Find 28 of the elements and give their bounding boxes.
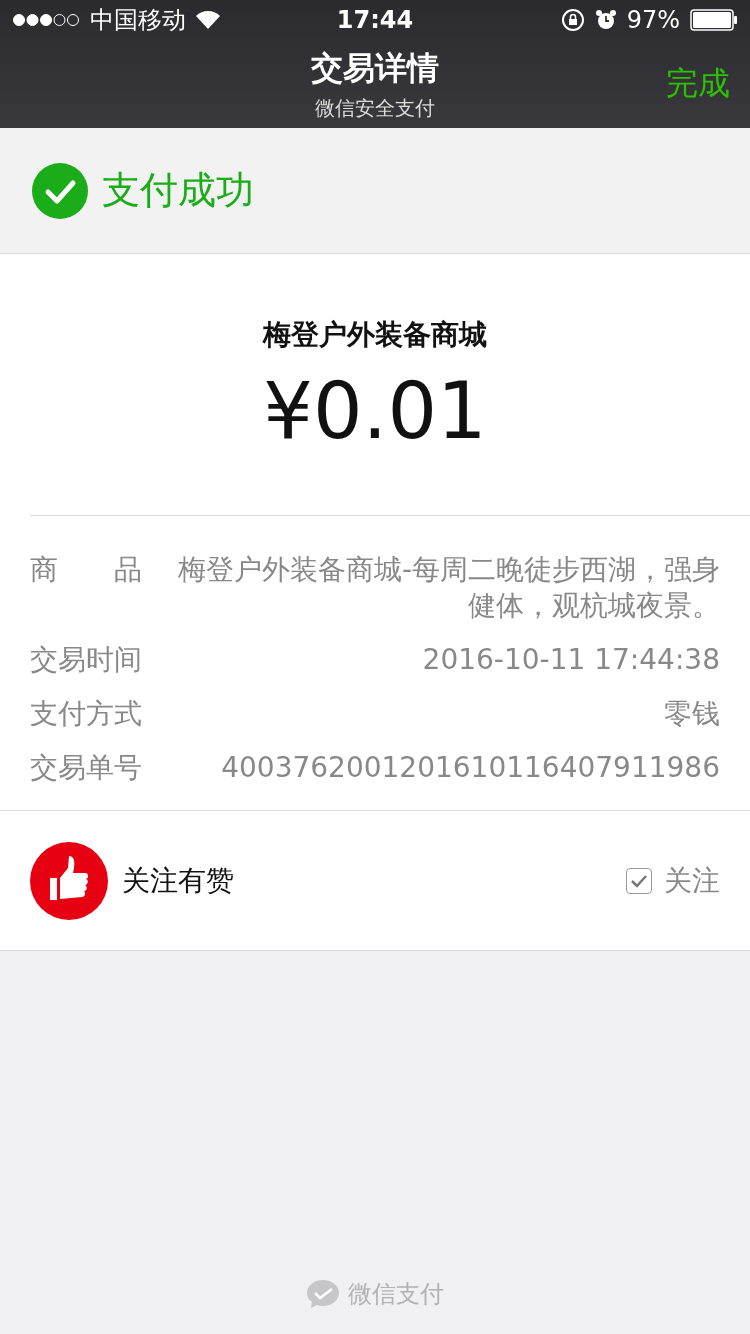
thumbs-up-icon xyxy=(30,841,108,920)
page-title: 交易详情 xyxy=(311,47,439,89)
chat-bubble-icon xyxy=(306,1279,340,1309)
alarm-icon xyxy=(594,9,617,31)
status-time: 17:44 xyxy=(336,6,414,34)
detail-label: 交易单号 xyxy=(30,750,142,786)
footer-brand: 微信支付 xyxy=(348,1279,444,1310)
follow-checkbox[interactable]: 关注 xyxy=(626,861,720,900)
merchant-name: 梅登户外装备商城 xyxy=(263,317,487,353)
payment-amount: ¥0.01 xyxy=(263,366,487,456)
detail-value: 梅登户外装备商城-每周二晚徒步西湖，强身健体，观杭城夜景。 xyxy=(176,552,720,624)
detail-label: 商 品 xyxy=(30,552,142,588)
detail-value: 4003762001201610116407911986 xyxy=(221,750,720,786)
carrier-name: 中国移动 xyxy=(90,5,186,36)
result-text: 支付成功 xyxy=(102,167,254,214)
check-icon xyxy=(630,873,648,888)
signal-icon xyxy=(12,13,80,27)
wifi-icon xyxy=(196,11,220,29)
done-button[interactable]: 完成 xyxy=(666,62,730,106)
detail-value: 2016-10-11 17:44:38 xyxy=(422,642,720,678)
rotation-lock-icon xyxy=(560,8,585,32)
battery-percent: 97% xyxy=(626,6,680,34)
account-name: 关注有赞 xyxy=(122,862,235,899)
detail-label: 支付方式 xyxy=(30,696,142,732)
battery-icon xyxy=(690,9,738,31)
page-subtitle: 微信安全支付 xyxy=(315,94,435,122)
detail-label: 交易时间 xyxy=(30,642,142,678)
detail-value: 零钱 xyxy=(664,696,720,732)
